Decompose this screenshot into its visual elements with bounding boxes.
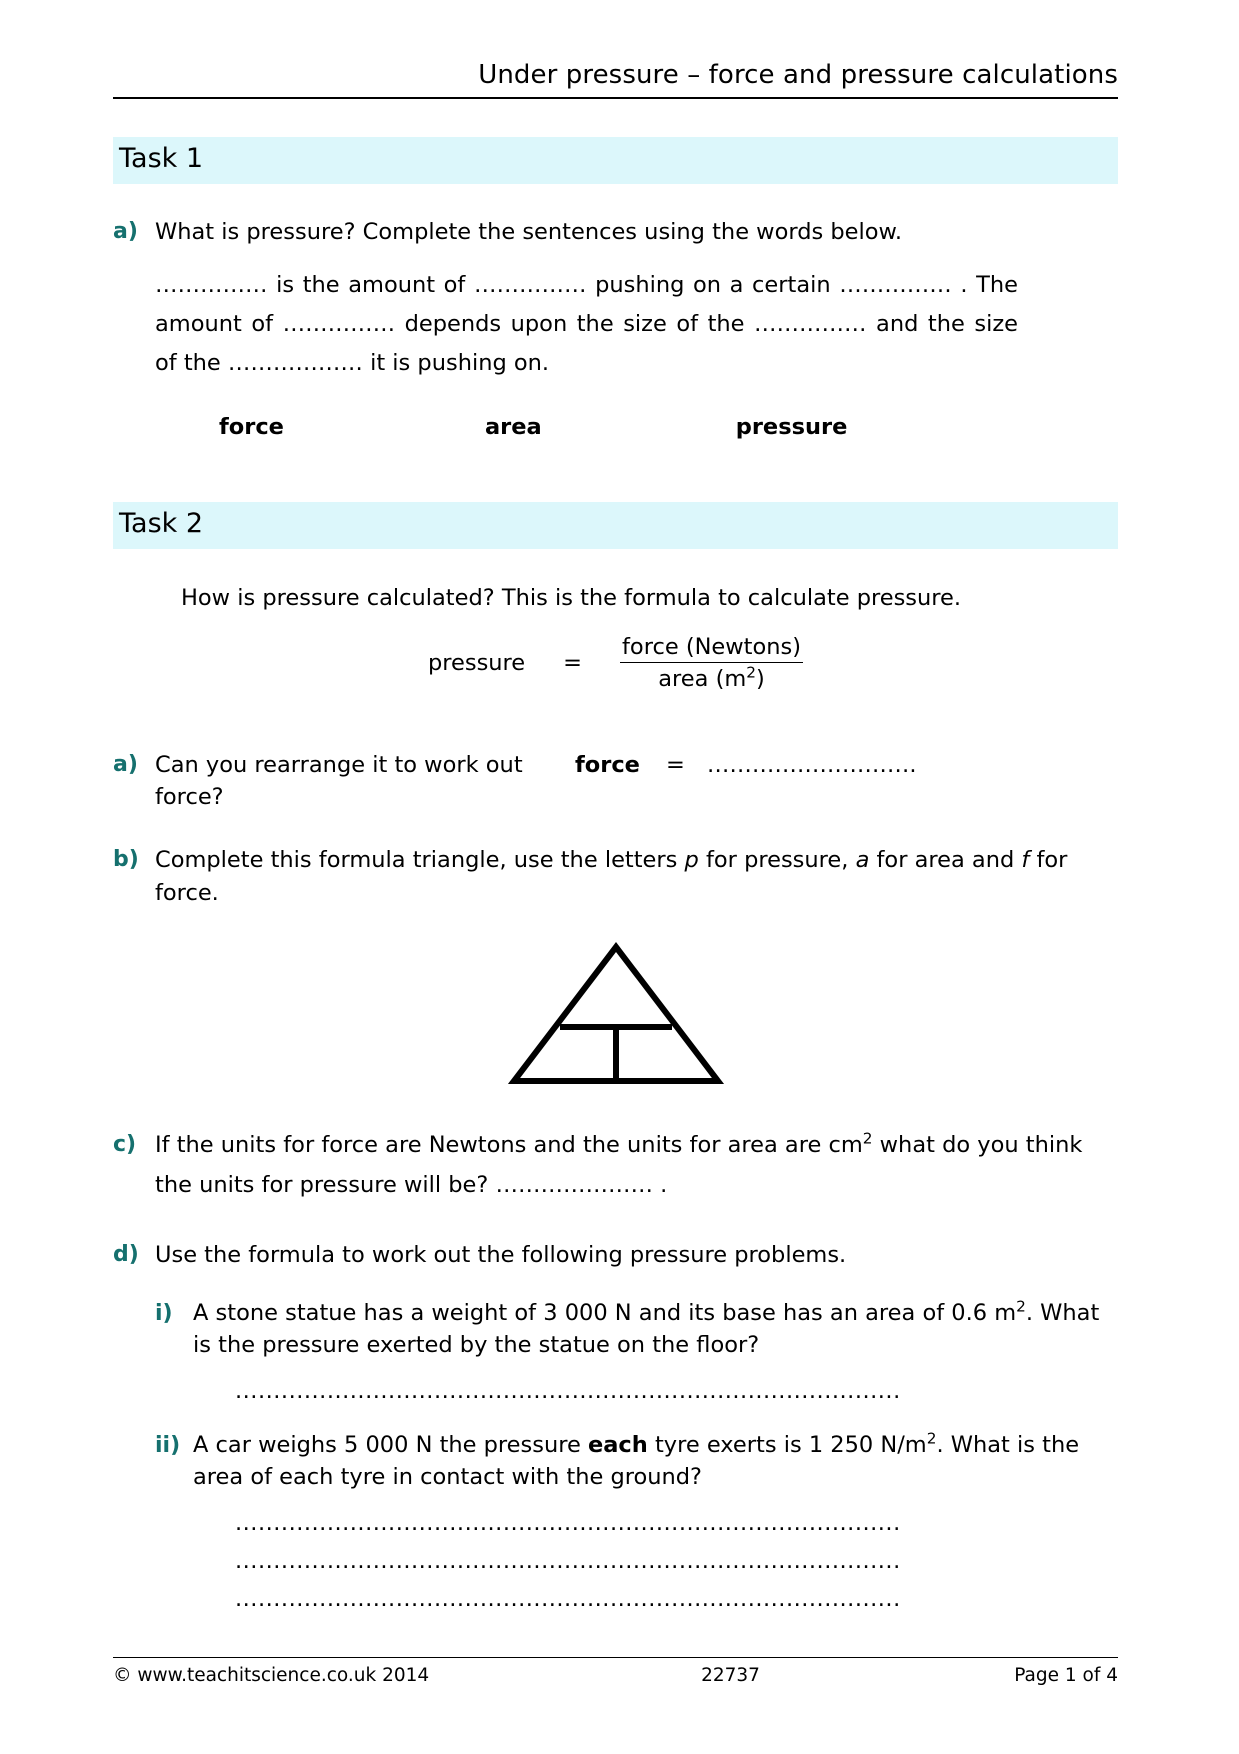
task2-d-ii-answer-line-1[interactable]: ........................................… bbox=[235, 1510, 1115, 1536]
denominator-exponent: 2 bbox=[746, 663, 757, 682]
task2-a-body: Can you rearrange it to work out force? … bbox=[155, 749, 1118, 814]
word-bank-item-area[interactable]: area bbox=[485, 414, 542, 440]
formula-fraction: force (Newtons) area (m2) bbox=[620, 633, 804, 693]
task2-c-exponent: 2 bbox=[862, 1129, 873, 1148]
formula-left-side: pressure bbox=[427, 649, 526, 676]
task2-question-d: d) Use the formula to work out the follo… bbox=[113, 1239, 1118, 1272]
task2-d-i-text-part-1: A stone statue has a weight of 3 000 N a… bbox=[193, 1300, 1017, 1327]
page-footer: © www.teachitscience.co.uk 2014 22737 Pa… bbox=[113, 1657, 1118, 1686]
formula-equals-sign: = bbox=[563, 649, 583, 676]
header-divider bbox=[113, 97, 1118, 100]
task2-question-b: b) Complete this formula triangle, use t… bbox=[113, 844, 1118, 909]
task2-b-text: Complete this formula triangle, use the … bbox=[155, 844, 1118, 909]
footer-page-number: Page 1 of 4 bbox=[1014, 1665, 1118, 1686]
word-bank-item-force[interactable]: force bbox=[219, 414, 285, 440]
formula-numerator: force (Newtons) bbox=[620, 633, 804, 663]
task2-a-question-text: Can you rearrange it to work out force? bbox=[155, 751, 523, 811]
task2-b-variable-p: p bbox=[684, 847, 699, 874]
formula-triangle-svg[interactable] bbox=[506, 939, 726, 1089]
task2-d-ii-answer-line-3[interactable]: ........................................… bbox=[235, 1586, 1115, 1612]
task2-b-text-part-3: for area and bbox=[869, 847, 1022, 874]
task2-d-ii-text-part-1: A car weighs 5 000 N the pressure bbox=[193, 1431, 588, 1458]
task1-a-label: a) bbox=[113, 218, 138, 244]
task2-b-text-part-1: Complete this formula triangle, use the … bbox=[155, 847, 685, 874]
task2-b-label: b) bbox=[113, 847, 139, 873]
task2-b-text-part-2: for pressure, bbox=[698, 847, 856, 874]
denominator-tail: ) bbox=[756, 665, 765, 692]
denominator-text: area (m bbox=[658, 665, 747, 692]
task2-d-ii-exponent: 2 bbox=[926, 1429, 937, 1448]
task2-c-text-part-1: If the units for force are Newtons and t… bbox=[155, 1132, 863, 1159]
task2-d-text: Use the formula to work out the followin… bbox=[155, 1242, 847, 1269]
cloze-blank-3[interactable]: …………… bbox=[839, 272, 952, 298]
task2-d-item-ii: ii) A car weighs 5 000 N the pressure ea… bbox=[155, 1430, 1118, 1494]
task2-d-ii-label: ii) bbox=[155, 1432, 181, 1458]
footer-document-id: 22737 bbox=[701, 1665, 760, 1686]
header-title: Under pressure – force and pressure calc… bbox=[478, 60, 1118, 90]
task2-d-label: d) bbox=[113, 1242, 139, 1268]
task-2-label: Task 2 bbox=[119, 508, 204, 540]
worksheet-page: Under pressure – force and pressure calc… bbox=[0, 0, 1239, 1754]
task2-a-force-label: force bbox=[575, 751, 640, 778]
task2-d-ii-emphasis-each: each bbox=[587, 1431, 648, 1458]
word-bank-item-pressure[interactable]: pressure bbox=[736, 414, 848, 440]
cloze-text-4: depends upon the size of the bbox=[395, 310, 755, 337]
cloze-blank-1[interactable]: …………… bbox=[155, 272, 268, 298]
task2-intro-text: How is pressure calculated? This is the … bbox=[181, 584, 962, 611]
task1-a-text: What is pressure? Complete the sentences… bbox=[155, 218, 902, 245]
task2-a-answer-blank[interactable]: ………………………. bbox=[707, 749, 917, 782]
task2-d-ii-text-part-2: tyre exerts is 1 250 N/m bbox=[647, 1431, 927, 1458]
task2-d-item-i: i) A stone statue has a weight of 3 000 … bbox=[155, 1298, 1118, 1362]
task1-cloze-sentences[interactable]: …………… is the amount of …………… pushing on … bbox=[155, 266, 1018, 382]
cloze-blank-4[interactable]: …………… bbox=[283, 311, 396, 337]
task2-question-a: a) Can you rearrange it to work out forc… bbox=[113, 749, 1118, 814]
cloze-text-6: it is pushing on. bbox=[362, 349, 550, 376]
page-content: Under pressure – force and pressure calc… bbox=[113, 0, 1118, 1612]
cloze-text-2: pushing on a certain bbox=[586, 272, 840, 299]
task-1-heading: Task 1 bbox=[113, 137, 1118, 184]
task2-a-equals-sign: = bbox=[665, 751, 685, 778]
task2-a-label: a) bbox=[113, 751, 138, 777]
task2-d-i-exponent: 2 bbox=[1016, 1297, 1026, 1316]
task2-d-i-label: i) bbox=[155, 1301, 173, 1327]
word-bank: force area pressure bbox=[155, 414, 975, 440]
task2-c-label: c) bbox=[113, 1132, 137, 1158]
task-2-heading: Task 2 bbox=[113, 502, 1118, 549]
cloze-blank-5[interactable]: …………… bbox=[754, 311, 867, 337]
cloze-blank-2[interactable]: …………… bbox=[474, 272, 587, 298]
formula-denominator: area (m2) bbox=[620, 663, 803, 693]
task2-d-ii-answer-line-2[interactable]: ........................................… bbox=[235, 1548, 1115, 1574]
task2-b-variable-a: a bbox=[855, 847, 870, 874]
task2-d-ii-text: A car weighs 5 000 N the pressure each t… bbox=[193, 1430, 1118, 1494]
formula-triangle-diagram[interactable] bbox=[113, 939, 1118, 1089]
task1-question-a: a) What is pressure? Complete the senten… bbox=[113, 216, 1118, 249]
task2-question-c: c) If the units for force are Newtons an… bbox=[113, 1125, 1118, 1205]
page-header: Under pressure – force and pressure calc… bbox=[113, 0, 1118, 107]
task2-d-i-text: A stone statue has a weight of 3 000 N a… bbox=[193, 1298, 1118, 1362]
task-1-label: Task 1 bbox=[119, 143, 204, 175]
task2-c-answer-blank[interactable]: ………………… . bbox=[496, 1172, 668, 1198]
cloze-text-1: is the amount of bbox=[267, 272, 474, 299]
footer-copyright: © www.teachitscience.co.uk 2014 bbox=[113, 1665, 430, 1686]
cloze-blank-6[interactable]: ……………… bbox=[228, 350, 363, 376]
task2-c-text: If the units for force are Newtons and t… bbox=[155, 1125, 1118, 1205]
task2-d-i-answer-line-1[interactable]: ........................................… bbox=[235, 1378, 1115, 1404]
pressure-formula: pressure = force (Newtons) area (m2) bbox=[113, 633, 1118, 693]
